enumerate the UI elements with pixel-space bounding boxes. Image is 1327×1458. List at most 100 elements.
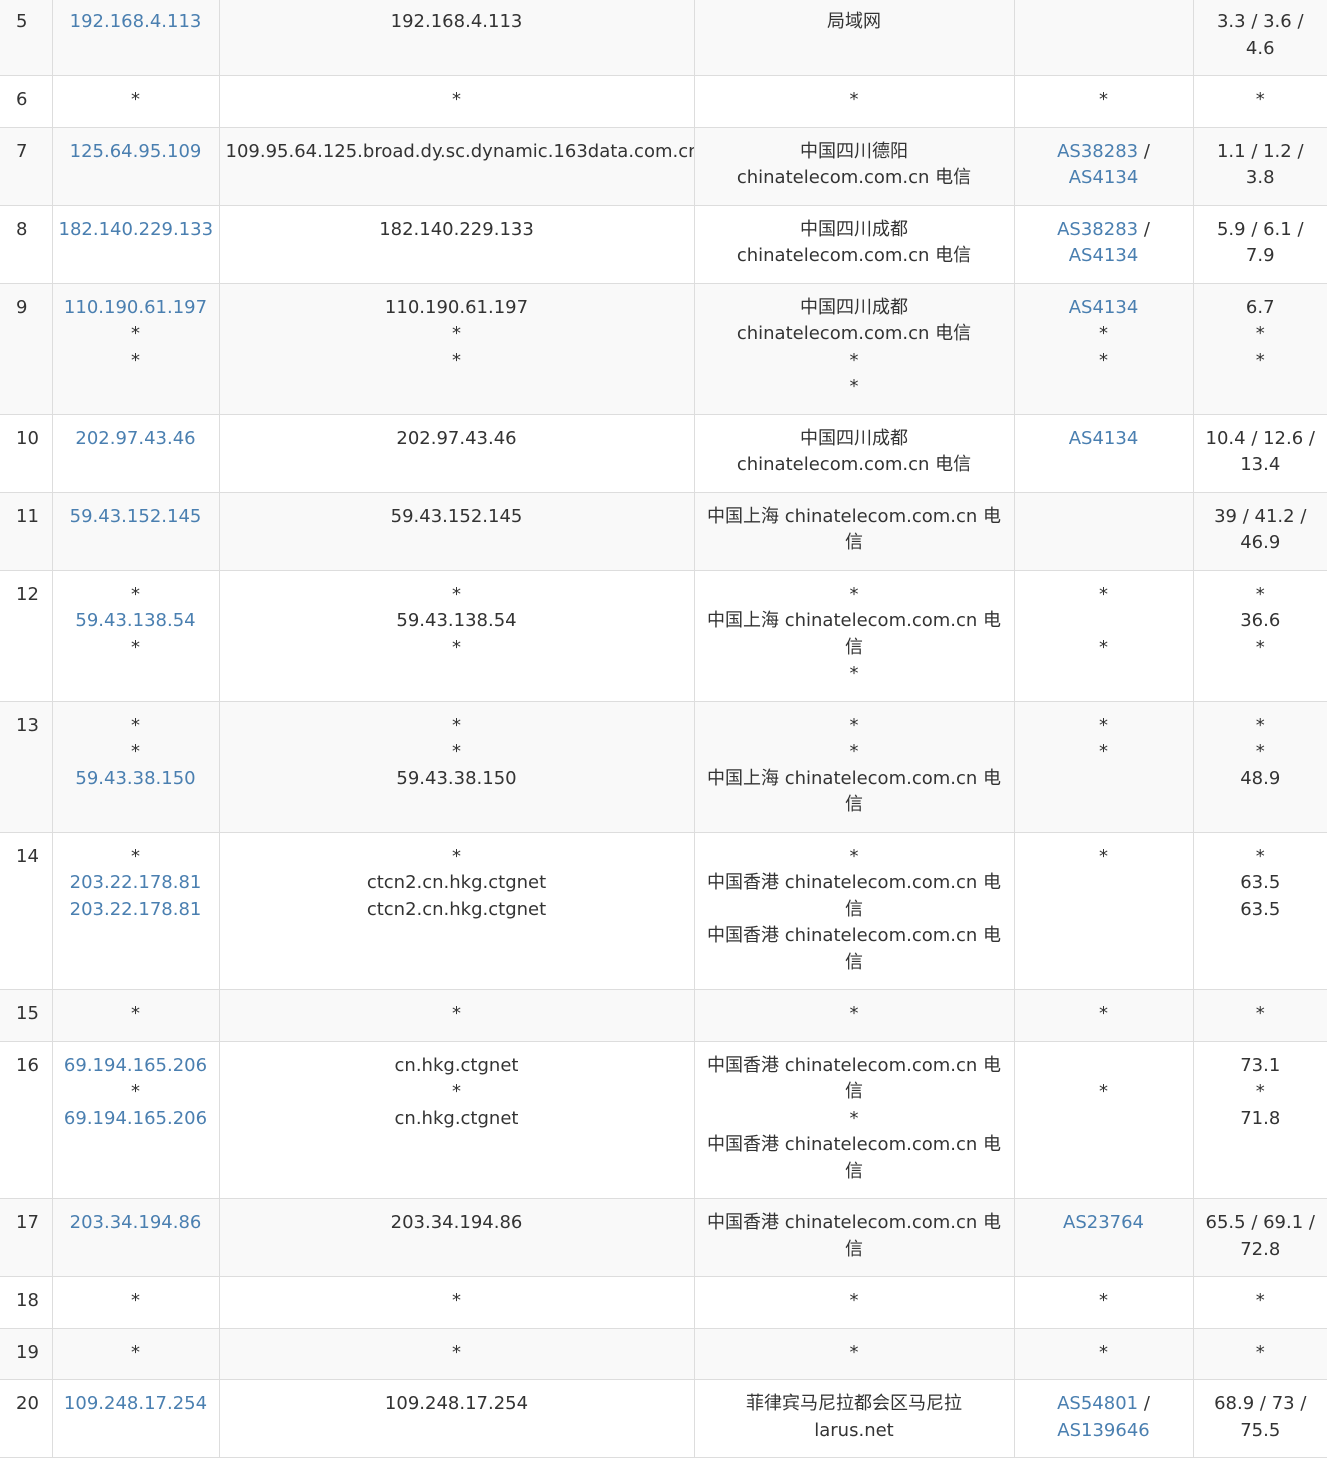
asn-placeholder: *	[1099, 714, 1108, 736]
ip-link[interactable]: 59.43.138.54	[59, 608, 213, 635]
ip-placeholder: *	[131, 845, 140, 867]
latency-line: 3.3 / 3.6 /	[1216, 11, 1304, 32]
asn-cell: AS54801 /AS139646	[1013, 1379, 1194, 1458]
ip-link[interactable]: 203.22.178.81	[59, 897, 213, 924]
location-line: 中国上海 chinatelecom.com.cn 电	[706, 610, 1002, 631]
location-cell: 中国四川德阳 chinatelecom.com.cn 电信	[693, 126, 1015, 206]
asn-link[interactable]: AS38283	[1057, 219, 1138, 240]
hostname-line: 59.43.138.54	[396, 610, 517, 631]
ip-placeholder: *	[131, 1290, 140, 1311]
hop-cell: 15	[0, 989, 53, 1042]
ip-placeholder: *	[131, 349, 140, 371]
latency-cell: 5.9 / 6.1 / 7.9	[1192, 204, 1327, 284]
asn-link[interactable]: AS38283	[1057, 141, 1138, 162]
location-line: 信	[845, 532, 863, 553]
hostname-line: 59.43.152.145	[390, 505, 523, 527]
ip-cell: 192.168.4.113	[51, 0, 220, 76]
ip-link[interactable]: 110.190.61.197	[59, 295, 213, 322]
location-line: 菲律宾马尼拉都会区马尼拉	[746, 1393, 962, 1414]
location-line: *	[849, 1107, 859, 1129]
asn-placeholder: *	[1099, 1290, 1108, 1311]
ip-placeholder: *	[131, 583, 140, 605]
latency-cell: *	[1192, 989, 1327, 1042]
hostname-cell: *	[218, 75, 695, 128]
asn-placeholder: *	[1099, 1003, 1108, 1024]
asn-link[interactable]: AS4134	[1069, 428, 1139, 449]
hostname-cell: 182.140.229.133	[218, 204, 695, 284]
hop-cell: 5	[0, 0, 53, 76]
location-line: *	[849, 89, 859, 110]
location-line: 中国上海 chinatelecom.com.cn 电	[706, 505, 1002, 527]
asn-line: *	[1021, 1288, 1187, 1315]
location-line: *	[849, 845, 859, 867]
hop-cell: 16	[0, 1040, 53, 1199]
ip-link[interactable]: 125.64.95.109	[59, 139, 213, 166]
location-line: *	[849, 1341, 859, 1363]
latency-line: 68.9 / 73 /	[1214, 1393, 1307, 1414]
asn-line: AS4134	[1021, 165, 1187, 192]
asn-line: *	[1021, 348, 1187, 375]
location-line: larus.net	[814, 1419, 894, 1441]
asn-cell: AS23764	[1013, 1198, 1194, 1277]
ip-link[interactable]: 182.140.229.133	[59, 217, 214, 244]
hop-number: 15	[16, 1003, 39, 1024]
location-line: 中国四川德阳	[800, 140, 908, 162]
asn-cell: *	[1013, 831, 1194, 990]
ip-link[interactable]: 59.43.152.145	[59, 504, 213, 531]
location-line: 信	[845, 1160, 863, 1182]
latency-line: 71.8	[1240, 1107, 1281, 1129]
latency-cell: 39 / 41.2 / 46.9	[1192, 491, 1327, 571]
ip-link[interactable]: 203.22.178.81	[59, 870, 213, 897]
hop-cell: 13	[0, 700, 53, 833]
asn-link[interactable]: AS4134	[1069, 297, 1139, 318]
ip-link[interactable]: 203.34.194.86	[59, 1210, 213, 1237]
asn-link[interactable]: AS4134	[1069, 167, 1139, 188]
latency-cell: *	[1192, 1276, 1327, 1329]
location-cell: 菲律宾马尼拉都会区马尼拉 larus.net	[693, 1379, 1015, 1458]
hop-number: 6	[16, 89, 28, 110]
hostname-line: 109.248.17.254	[384, 1393, 529, 1414]
location-line: chinatelecom.com.cn 电信	[736, 245, 972, 266]
location-line: *	[849, 1290, 859, 1311]
ip-link[interactable]: 202.97.43.46	[59, 426, 213, 453]
latency-line: 63.5	[1240, 898, 1281, 920]
asn-placeholder	[1101, 1055, 1107, 1076]
ip-link[interactable]: 69.194.165.206	[59, 1053, 213, 1080]
hostname-line: 202.97.43.46	[396, 427, 517, 449]
asn-link[interactable]: AS23764	[1063, 1212, 1144, 1233]
ip-placeholder: *	[131, 1341, 140, 1363]
latency-line: 65.5 / 69.1 /	[1205, 1212, 1315, 1233]
hostname-cell: 203.34.194.86	[218, 1198, 695, 1277]
location-line: 信	[845, 1081, 863, 1102]
hostname-cell: 202.97.43.46	[218, 413, 695, 493]
asn-line: AS139646	[1021, 1418, 1187, 1445]
hop-number: 11	[16, 505, 39, 527]
location-cell: *	[693, 1327, 1015, 1380]
location-line: *	[849, 663, 859, 684]
ip-link[interactable]: 192.168.4.113	[59, 9, 213, 36]
latency-line: *	[1255, 349, 1265, 371]
latency-line: *	[1255, 1081, 1265, 1102]
location-line: 信	[845, 1238, 863, 1260]
hostname-cell: *	[218, 1276, 695, 1329]
location-line: *	[849, 349, 859, 371]
hostname-line: *	[452, 323, 461, 344]
asn-link[interactable]: AS139646	[1057, 1420, 1149, 1441]
location-cell: * * 中国上海 chinatelecom.com.cn 电信	[693, 700, 1015, 833]
ip-cell: 110.190.61.197 * *	[51, 282, 220, 415]
hop-cell: 9	[0, 282, 53, 415]
asn-cell: AS4134	[1013, 413, 1194, 493]
ip-cell: *	[51, 75, 220, 128]
asn-line: *	[1021, 1001, 1187, 1028]
ip-link[interactable]: 59.43.38.150	[59, 766, 213, 793]
ip-link[interactable]: 69.194.165.206	[59, 1106, 213, 1133]
hostname-line: 182.140.229.133	[379, 218, 534, 240]
latency-line: 4.6	[1245, 37, 1275, 59]
asn-link[interactable]: AS4134	[1069, 245, 1139, 266]
asn-placeholder: *	[1099, 89, 1108, 110]
ip-cell: 203.34.194.86	[51, 1198, 220, 1277]
location-line: 中国香港 chinatelecom.com.cn 电	[706, 1212, 1002, 1233]
asn-link[interactable]: AS54801	[1057, 1393, 1138, 1414]
ip-link[interactable]: 109.248.17.254	[59, 1391, 213, 1418]
hop-cell: 17	[0, 1198, 53, 1277]
